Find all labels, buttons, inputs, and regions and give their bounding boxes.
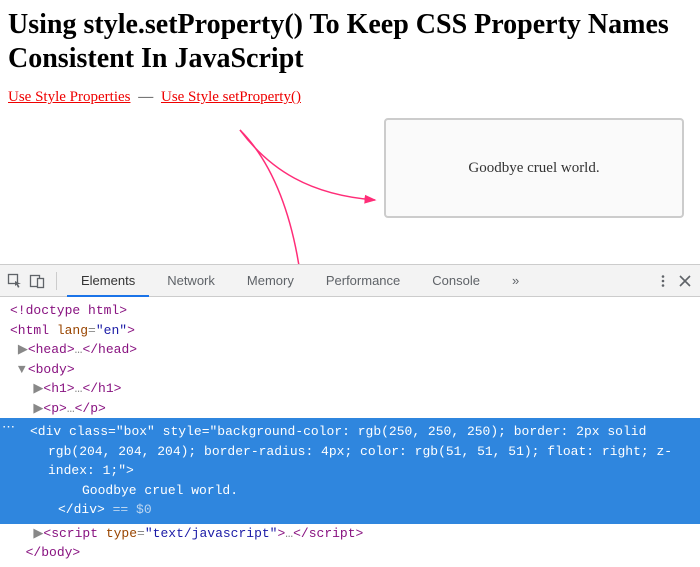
dom-doctype[interactable]: <!doctype html>: [0, 301, 700, 321]
dom-html-open[interactable]: <html lang="en">: [0, 321, 700, 341]
link-separator: —: [138, 89, 153, 105]
dom-tree[interactable]: <!doctype html> <html lang="en"> ▶<head>…: [0, 297, 700, 567]
demo-box: Goodbye cruel world.: [384, 118, 684, 218]
tab-elements[interactable]: Elements: [67, 265, 149, 297]
inspect-element-icon[interactable]: [6, 272, 24, 290]
dom-p[interactable]: ▶<p>…</p>: [0, 399, 700, 419]
dom-script[interactable]: ▶<script type="text/javascript">…</scrip…: [0, 524, 700, 544]
tab-network[interactable]: Network: [153, 265, 229, 297]
dom-selected-close: </div>: [58, 502, 105, 517]
close-icon[interactable]: [676, 272, 694, 290]
link-row: Use Style Properties — Use Style setProp…: [8, 89, 692, 106]
dom-body-close[interactable]: </body>: [0, 543, 700, 563]
selected-gutter-icon: ⋯: [0, 418, 17, 438]
tab-console[interactable]: Console: [418, 265, 494, 297]
device-toolbar-icon[interactable]: [28, 272, 46, 290]
kebab-menu-icon[interactable]: [654, 272, 672, 290]
dom-body-open[interactable]: ▼<body>: [0, 360, 700, 380]
tab-memory[interactable]: Memory: [233, 265, 308, 297]
tabbar-divider: [56, 272, 57, 290]
dom-selected-text: Goodbye cruel world.: [10, 481, 690, 501]
link-style-setproperty[interactable]: Use Style setProperty(): [161, 89, 301, 105]
page-title: Using style.setProperty() To Keep CSS Pr…: [8, 8, 692, 75]
tab-more[interactable]: »: [498, 265, 533, 297]
dom-head[interactable]: ▶<head>…</head>: [0, 340, 700, 360]
link-style-properties[interactable]: Use Style Properties: [8, 89, 130, 105]
tab-performance[interactable]: Performance: [312, 265, 414, 297]
devtools-panel: Elements Network Memory Performance Cons…: [0, 264, 700, 565]
dom-selected-node[interactable]: ⋯ <div class="box" style="background-col…: [0, 418, 700, 524]
dom-ref: == $0: [105, 502, 152, 517]
dom-h1[interactable]: ▶<h1>…</h1>: [0, 379, 700, 399]
devtools-tabbar: Elements Network Memory Performance Cons…: [0, 265, 700, 297]
